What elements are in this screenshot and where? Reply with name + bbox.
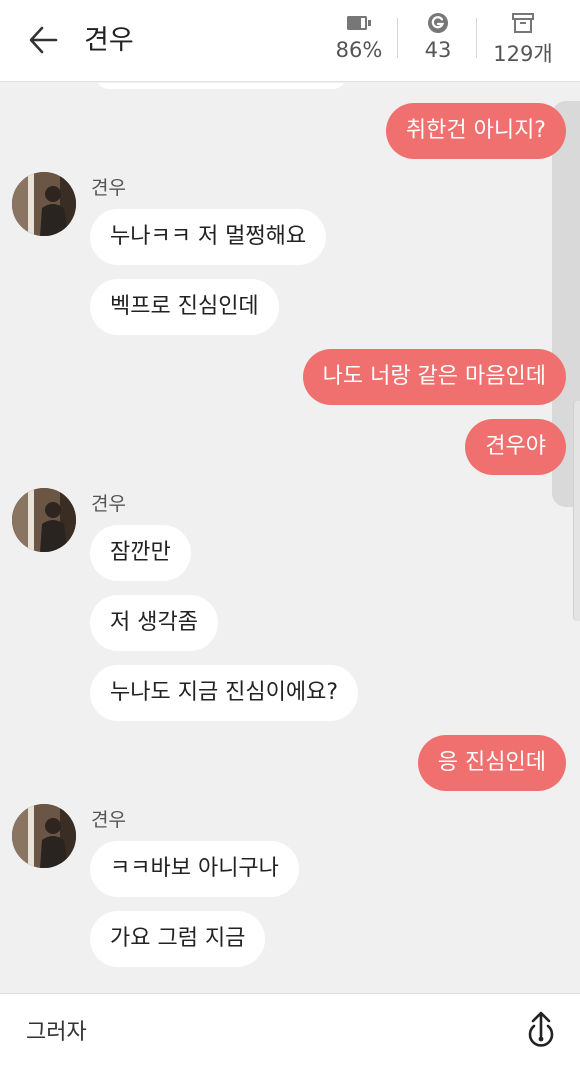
incoming-message[interactable]: 누나도 지금 진심이에요? <box>90 665 359 721</box>
battery-stat[interactable]: 86% <box>332 10 386 62</box>
top-bar: 견우 86% 43 129개 <box>0 0 580 82</box>
box-stat[interactable]: 129개 <box>488 10 558 68</box>
sender-name: 견우 <box>91 177 126 199</box>
outgoing-message[interactable]: 나도 너랑 같은 마음인데 <box>302 349 566 405</box>
back-arrow-icon[interactable] <box>26 22 62 58</box>
send-icon[interactable] <box>522 1010 560 1050</box>
chat-area[interactable]: 취한건 아니지? 견우 누나ㅋㅋ 저 멀쩡해요 벡프로 진심인데 나도 너랑 같… <box>0 83 580 993</box>
incoming-message[interactable]: ㅋㅋ바보 아니구나 <box>90 841 299 897</box>
incoming-message[interactable]: 저 생각좀 <box>90 595 218 651</box>
outgoing-message[interactable]: 견우야 <box>465 419 566 475</box>
incoming-message[interactable]: 벡프로 진심인데 <box>90 279 279 335</box>
avatar[interactable] <box>12 488 76 552</box>
coin-stat[interactable]: 43 <box>414 10 462 62</box>
partial-message-bubble <box>96 83 346 89</box>
box-value: 129개 <box>493 42 553 66</box>
outgoing-message[interactable]: 응 진심인데 <box>417 735 566 791</box>
stat-divider <box>476 18 477 58</box>
incoming-message[interactable]: 잠깐만 <box>90 525 191 581</box>
box-icon <box>488 10 558 36</box>
battery-icon <box>332 10 386 36</box>
outgoing-message[interactable]: 취한건 아니지? <box>385 103 566 159</box>
chat-title: 견우 <box>84 25 134 56</box>
incoming-message[interactable]: 가요 그럼 지금 <box>90 911 266 967</box>
message-input-bar: 그러자 <box>0 993 580 1066</box>
battery-value: 86% <box>335 38 383 62</box>
sender-name: 견우 <box>91 493 126 515</box>
g-coin-icon <box>414 10 462 36</box>
sender-name: 견우 <box>91 809 126 831</box>
incoming-message[interactable]: 누나ㅋㅋ 저 멀쩡해요 <box>90 209 327 265</box>
scroll-indicator[interactable] <box>573 401 580 621</box>
message-input[interactable]: 그러자 <box>26 1014 87 1046</box>
coin-value: 43 <box>424 38 452 62</box>
avatar[interactable] <box>12 804 76 868</box>
stat-divider <box>397 18 398 58</box>
avatar[interactable] <box>12 172 76 236</box>
